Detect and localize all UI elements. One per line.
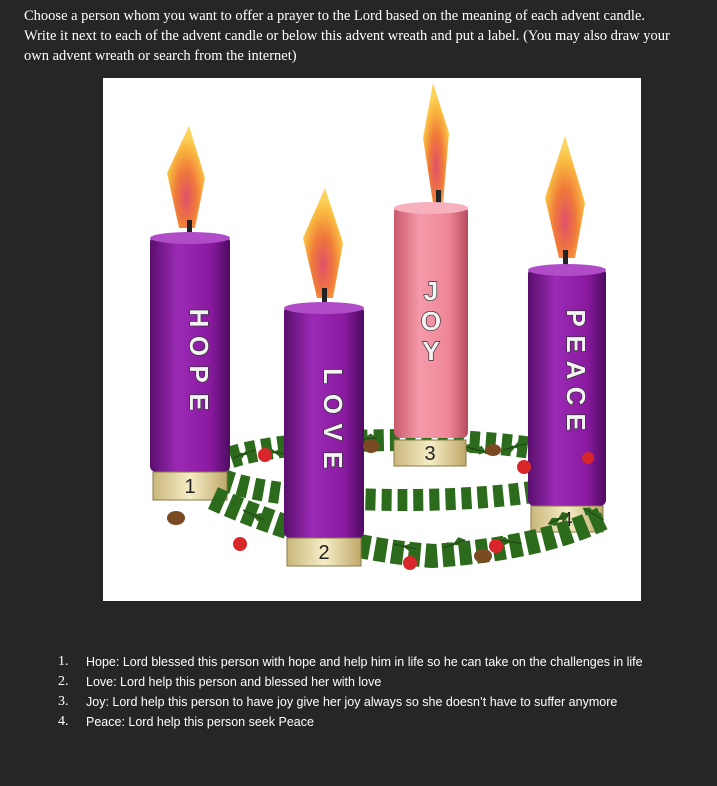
candle-letter: A (561, 361, 591, 380)
candle-letter: V (318, 423, 348, 441)
instructions-text: Choose a person whom you want to offer a… (24, 8, 670, 64)
candle-letter: E (561, 335, 591, 352)
candle-letter: E (184, 393, 214, 410)
candle-letter: P (184, 365, 214, 382)
candle-letter: E (561, 413, 591, 430)
list-number: 4. (58, 714, 69, 729)
candle-letter: E (318, 451, 348, 468)
prayer-text: Joy: Lord help this person to have joy g… (86, 695, 618, 709)
prayer-text: Love: Lord help this person and blessed … (86, 675, 382, 689)
candle-letter: J (424, 276, 438, 306)
flame-icon (423, 83, 449, 203)
candle-letter: O (318, 394, 348, 414)
list-item: 4. Peace: Lord help this person seek Pea… (58, 712, 678, 732)
candle-number: 3 (424, 443, 435, 465)
prayer-text: Hope: Lord blessed this person with hope… (86, 655, 643, 669)
candle-joy: J O Y 3 (393, 83, 468, 467)
flame-icon (303, 188, 343, 298)
candle-letter: O (421, 306, 441, 336)
candle-letter: O (184, 336, 214, 356)
candle-hope: H O P E 1 (150, 126, 230, 501)
list-item: 3. Joy: Lord help this person to have jo… (58, 692, 678, 712)
flame-icon (167, 126, 205, 228)
candle-letter: L (318, 368, 348, 384)
candle-letter: H (184, 309, 214, 328)
candle-letter: C (561, 387, 591, 406)
list-number: 2. (58, 674, 69, 689)
prayer-text: Peace: Lord help this person seek Peace (86, 715, 314, 729)
flame-icon (545, 136, 585, 258)
candle-letter: Y (422, 336, 439, 366)
advent-wreath-image: J O Y 3 H O P E 1 P E A C E 4 L O V E 2 (103, 78, 641, 601)
candle-number: 1 (184, 476, 195, 498)
candle-love: L O V E 2 (284, 188, 364, 567)
candle-number: 2 (318, 542, 329, 564)
advent-wreath-illustration: J O Y 3 H O P E 1 P E A C E 4 L O V E 2 (150, 83, 609, 570)
candle-peace: P E A C E 4 (528, 136, 606, 533)
list-item: 2. Love: Lord help this person and bless… (58, 672, 678, 692)
candle-letter: P (561, 309, 591, 326)
prayer-list: 1. Hope: Lord blessed this person with h… (58, 652, 678, 732)
list-number: 3. (58, 694, 69, 709)
list-number: 1. (58, 654, 69, 669)
list-item: 1. Hope: Lord blessed this person with h… (58, 652, 678, 672)
